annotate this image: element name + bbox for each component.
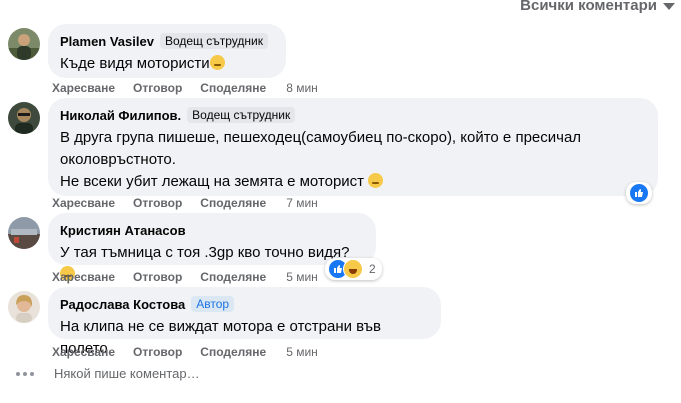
typing-dots-icon — [16, 371, 34, 376]
share-button[interactable]: Споделяне — [200, 81, 266, 95]
reply-button[interactable]: Отговор — [133, 196, 182, 210]
sort-label: Всички коментари — [520, 0, 657, 14]
haha-reaction-icon — [343, 259, 363, 279]
comment-timestamp[interactable]: 5 мин — [286, 345, 318, 359]
comment-author[interactable]: Кристиян Атанасов — [60, 223, 186, 238]
avatar[interactable] — [8, 102, 40, 134]
like-button[interactable]: Харесване — [52, 270, 115, 284]
avatar[interactable] — [8, 28, 40, 60]
comment-text: В друга група пишеше, пешеходец(самоубие… — [60, 129, 582, 190]
sort-dropdown[interactable]: Всички коментари — [520, 0, 675, 16]
comment-timestamp[interactable]: 5 мин — [286, 270, 318, 284]
like-button[interactable]: Харесване — [52, 81, 115, 95]
share-button[interactable]: Споделяне — [200, 270, 266, 284]
comment-actions: Харесване Отговор Споделяне 5 мин — [52, 345, 336, 359]
comment-bubble: Plamen Vasilev Водещ сътрудник Къде видя… — [48, 24, 286, 78]
wink-emoji-icon — [368, 173, 384, 188]
comment-timestamp[interactable]: 8 мин — [286, 81, 318, 95]
comment-actions: Харесване Отговор Споделяне 5 мин — [52, 270, 336, 284]
comment-actions: Харесване Отговор Споделяне 7 мин — [52, 196, 336, 210]
contributor-badge: Водещ сътрудник — [187, 107, 296, 123]
comment-author[interactable]: Радослава Костова — [60, 297, 185, 312]
typing-indicator: Някой пише коментар… — [16, 366, 200, 381]
comment-author[interactable]: Николай Филипов. — [60, 108, 181, 123]
chevron-down-icon — [663, 2, 675, 10]
comment-bubble: Радослава Костова Автор На клипа не се в… — [48, 287, 441, 357]
thinking-emoji-icon — [209, 55, 225, 70]
like-button[interactable]: Харесване — [52, 196, 115, 210]
avatar[interactable] — [8, 217, 40, 249]
reply-button[interactable]: Отговор — [133, 270, 182, 284]
reply-button[interactable]: Отговор — [133, 81, 182, 95]
like-button[interactable]: Харесване — [52, 345, 115, 359]
author-badge: Автор — [191, 296, 235, 312]
comment-bubble: Кристиян Атанасов У тая тъмница с тоя .3… — [48, 213, 376, 281]
comment-timestamp[interactable]: 7 мин — [286, 196, 318, 210]
reaction-count: 2 — [369, 262, 376, 276]
typing-text: Някой пише коментар… — [54, 366, 200, 381]
comment-bubble: Николай Филипов. Водещ сътрудник В друга… — [48, 98, 658, 196]
reaction-summary[interactable] — [626, 182, 652, 204]
contributor-badge: Водещ сътрудник — [159, 33, 268, 49]
comment-actions: Харесване Отговор Споделяне 8 мин — [52, 81, 336, 95]
comment-text: Къде видя мотористи — [60, 53, 274, 75]
comment-author[interactable]: Plamen Vasilev — [60, 34, 154, 49]
reply-button[interactable]: Отговор — [133, 345, 182, 359]
like-reaction-icon — [629, 183, 649, 203]
avatar[interactable] — [8, 291, 40, 323]
share-button[interactable]: Споделяне — [200, 196, 266, 210]
share-button[interactable]: Споделяне — [200, 345, 266, 359]
